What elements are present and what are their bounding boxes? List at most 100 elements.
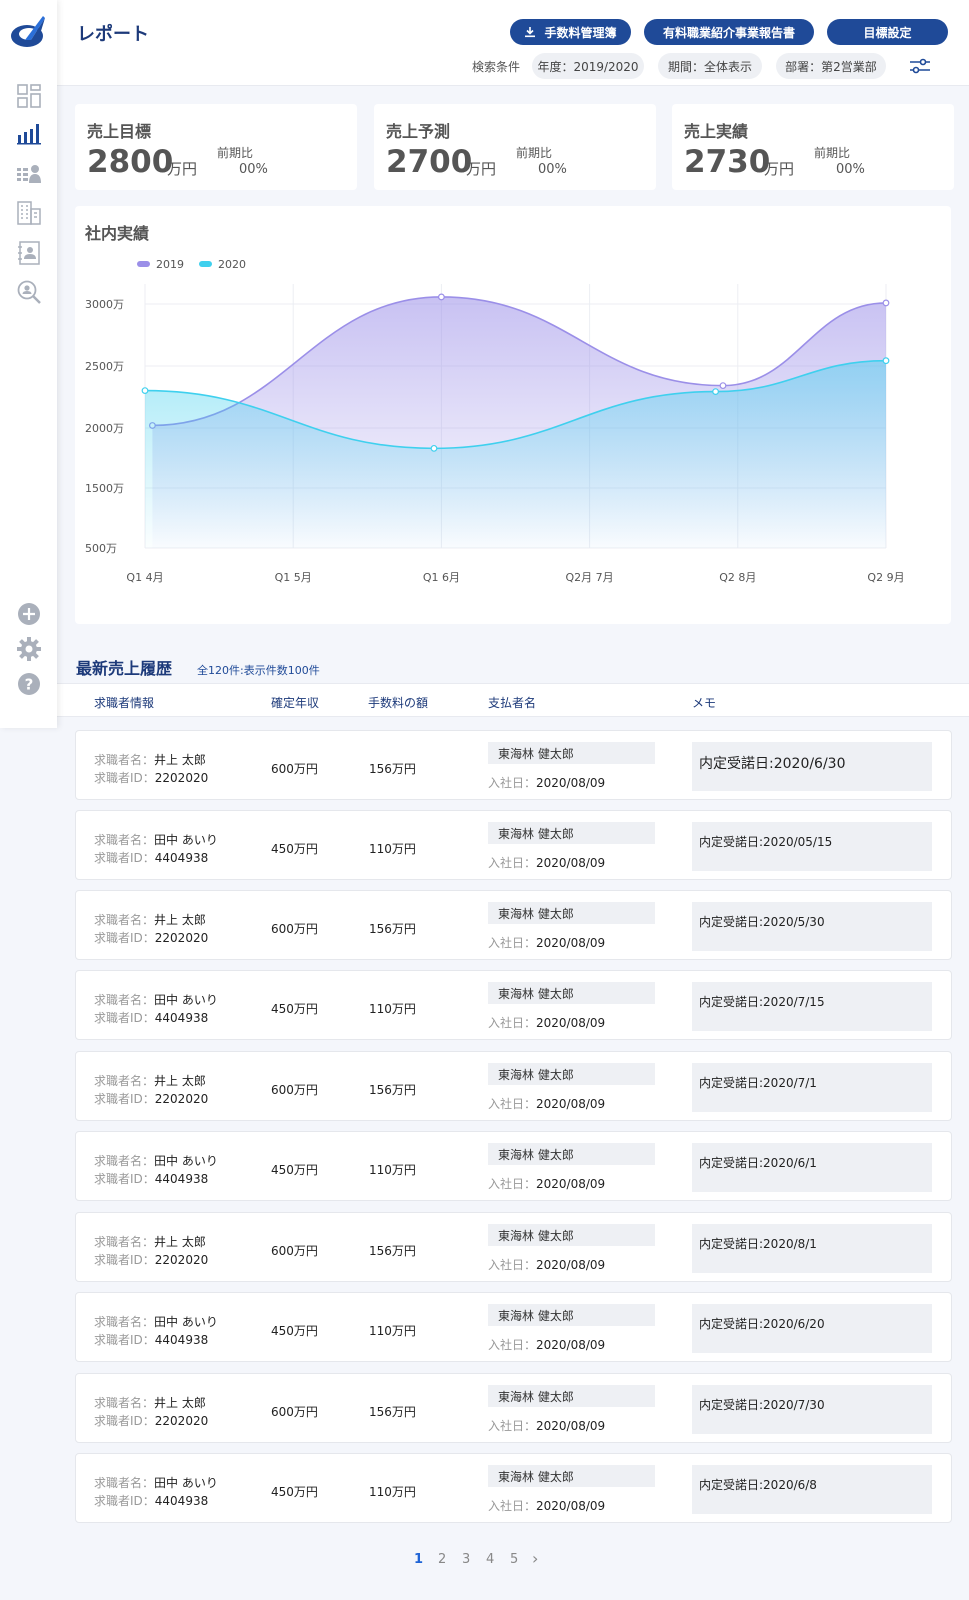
- year-filter-chip[interactable]: 年度：2019/2020: [532, 53, 644, 79]
- candidate-id: 求職者ID：4404938: [94, 1170, 208, 1187]
- memo-field[interactable]: 内定受諾日:2020/7/1: [692, 1063, 932, 1112]
- report-chart-icon[interactable]: [16, 120, 42, 146]
- data-point[interactable]: [430, 444, 438, 452]
- legend-swatch: [199, 261, 212, 267]
- candidate-id-label: 求職者ID：: [94, 1494, 155, 1508]
- join-date-label: 入社日：: [488, 1097, 537, 1111]
- page-link-4[interactable]: 4: [486, 1552, 494, 1567]
- join-date-value: 2020/08/09: [536, 1258, 606, 1272]
- join-date-label: 入社日：: [488, 1499, 537, 1513]
- candidate-name-value: 田中 あいり: [154, 1154, 218, 1168]
- candidate-id: 求職者ID：4404938: [94, 1009, 208, 1026]
- memo-field[interactable]: 内定受諾日:2020/6/1: [692, 1143, 932, 1192]
- legend-label[interactable]: 2020: [218, 258, 246, 271]
- table-row[interactable]: 求職者名：田中 あいり 求職者ID：4404938 450万円 110万円 東海林 健太…: [75, 1292, 952, 1362]
- memo-field[interactable]: 内定受諾日:2020/8/1: [692, 1224, 932, 1273]
- candidate-name-label: 求職者名：: [94, 1315, 155, 1329]
- candidate-id: 求職者ID：4404938: [94, 1331, 208, 1348]
- memo-field[interactable]: 内定受諾日:2020/5/30: [692, 902, 932, 951]
- column-header: メモ: [692, 696, 717, 710]
- candidate-id-value: 4404938: [154, 1333, 209, 1347]
- candidate-name-value: 田中 あいり: [154, 833, 218, 847]
- company-building-icon[interactable]: [16, 200, 42, 226]
- data-point[interactable]: [719, 382, 727, 390]
- candidate-name: 求職者名：井上 太郎: [94, 751, 206, 768]
- business-report-button[interactable]: 有料職業紹介事業報告書: [644, 19, 814, 45]
- table-row[interactable]: 求職者名：井上 太郎 求職者ID：2202020 600万円 156万円 東海林 健太郎…: [75, 1373, 952, 1443]
- memo-field[interactable]: 内定受諾日:2020/7/15: [692, 982, 932, 1031]
- candidates-icon[interactable]: [16, 161, 42, 187]
- column-header: 求職者情報: [94, 696, 155, 710]
- page-link-1[interactable]: 1: [414, 1552, 423, 1567]
- memo-field[interactable]: 内定受諾日:2020/7/30: [692, 1385, 932, 1434]
- confirmed-salary: 600万円: [271, 1083, 318, 1097]
- dashboard-icon[interactable]: [16, 83, 42, 109]
- join-date: 入社日：2020/08/09: [488, 1497, 605, 1514]
- legend-label[interactable]: 2019: [156, 258, 184, 271]
- table-row[interactable]: 求職者名：井上 太郎 求職者ID：2202020 600万円 156万円 東海林 健太郎…: [75, 890, 952, 960]
- memo-field[interactable]: 内定受諾日:2020/6/8: [692, 1465, 932, 1514]
- candidate-name-label: 求職者名：: [94, 993, 155, 1007]
- candidate-name: 求職者名：田中 あいり: [94, 1313, 218, 1330]
- fee-amount: 156万円: [369, 1083, 416, 1097]
- page-link-2[interactable]: 2: [438, 1552, 446, 1567]
- fee-amount: 110万円: [369, 1485, 416, 1499]
- table-row[interactable]: 求職者名：田中 あいり 求職者ID：4404938 450万円 110万円 東海林 健太…: [75, 1453, 952, 1523]
- page-link-5[interactable]: 5: [510, 1552, 518, 1567]
- y-tick-label: 2500万: [85, 360, 124, 373]
- candidate-id: 求職者ID：2202020: [94, 1412, 208, 1429]
- table-row[interactable]: 求職者名：田中 あいり 求職者ID：4404938 450万円 110万円 東海林 健太…: [75, 1131, 952, 1201]
- target-setting-button[interactable]: 目標設定: [827, 19, 948, 45]
- search-person-icon[interactable]: [16, 279, 42, 305]
- help-icon[interactable]: ?: [16, 671, 42, 697]
- join-date: 入社日：2020/08/09: [488, 1336, 605, 1353]
- payer-name: 東海林 健太郎: [488, 1465, 655, 1487]
- payer-name: 東海林 健太郎: [488, 742, 655, 764]
- kpi-compare-label: 前期比: [217, 146, 254, 160]
- kpi-title: 売上予測: [386, 122, 451, 141]
- next-page-chevron-icon[interactable]: ›: [532, 1549, 538, 1568]
- table-row[interactable]: 求職者名：井上 太郎 求職者ID：2202020 600万円 156万円 東海林 健太郎…: [75, 730, 952, 800]
- memo-field[interactable]: 内定受諾日:2020/6/20: [692, 1304, 932, 1353]
- table-row[interactable]: 求職者名：田中 あいり 求職者ID：4404938 450万円 110万円 東海林 健太…: [75, 970, 952, 1040]
- candidate-id-value: 4404938: [154, 1172, 209, 1186]
- y-tick-label: 1500万: [85, 482, 124, 495]
- data-point[interactable]: [712, 388, 719, 395]
- fee-ledger-download-button[interactable]: 手数料管理簿: [510, 19, 631, 45]
- candidate-name: 求職者名：田中 あいり: [94, 991, 218, 1008]
- data-point[interactable]: [141, 387, 149, 394]
- candidate-id-label: 求職者ID：: [94, 1253, 155, 1267]
- contact-book-icon[interactable]: [16, 240, 42, 266]
- x-tick-label: Q2月 7月: [566, 571, 614, 584]
- page-header: レポート 手数料管理簿 有料職業紹介事業報告書 目標設定 検索条件 年度：201…: [57, 0, 969, 86]
- data-point[interactable]: [882, 357, 890, 365]
- fee-amount: 156万円: [369, 1244, 416, 1258]
- history-count: 全120件:表示件数100件: [197, 664, 320, 677]
- payer-name: 東海林 健太郎: [488, 1385, 655, 1407]
- candidate-name: 求職者名：井上 太郎: [94, 1394, 206, 1411]
- department-filter-chip[interactable]: 部署：第2営業部: [776, 53, 886, 79]
- data-point[interactable]: [438, 293, 445, 301]
- join-date: 入社日：2020/08/09: [488, 854, 605, 871]
- payer-name: 東海林 健太郎: [488, 902, 655, 924]
- period-filter-chip[interactable]: 期間：全体表示: [658, 53, 762, 79]
- column-header: 確定年収: [271, 696, 320, 710]
- table-row[interactable]: 求職者名：田中 あいり 求職者ID：4404938 450万円 110万円 東海林 健太…: [75, 810, 952, 880]
- candidate-name-label: 求職者名：: [94, 1476, 155, 1490]
- table-row[interactable]: 求職者名：井上 太郎 求職者ID：2202020 600万円 156万円 東海林 健太郎…: [75, 1051, 952, 1121]
- kpi-compare-label: 前期比: [516, 146, 553, 160]
- memo-field[interactable]: 内定受諾日:2020/05/15: [692, 822, 932, 871]
- add-icon[interactable]: [16, 601, 42, 627]
- kpi-value: 2700: [386, 144, 473, 180]
- table-row[interactable]: 求職者名：井上 太郎 求職者ID：2202020 600万円 156万円 東海林 健太郎…: [75, 1212, 952, 1282]
- page-link-3[interactable]: 3: [462, 1552, 470, 1567]
- data-point[interactable]: [882, 299, 890, 307]
- kpi-unit: 万円: [764, 160, 795, 178]
- brand-logo-icon[interactable]: [9, 14, 49, 52]
- history-title: 最新売上履歴: [76, 659, 173, 678]
- settings-gear-icon[interactable]: [16, 636, 42, 662]
- candidate-id-label: 求職者ID：: [94, 1333, 155, 1347]
- memo-field[interactable]: 内定受諾日:2020/6/30: [692, 742, 932, 791]
- payer-name: 東海林 健太郎: [488, 1143, 655, 1165]
- filter-settings-icon[interactable]: [909, 56, 931, 76]
